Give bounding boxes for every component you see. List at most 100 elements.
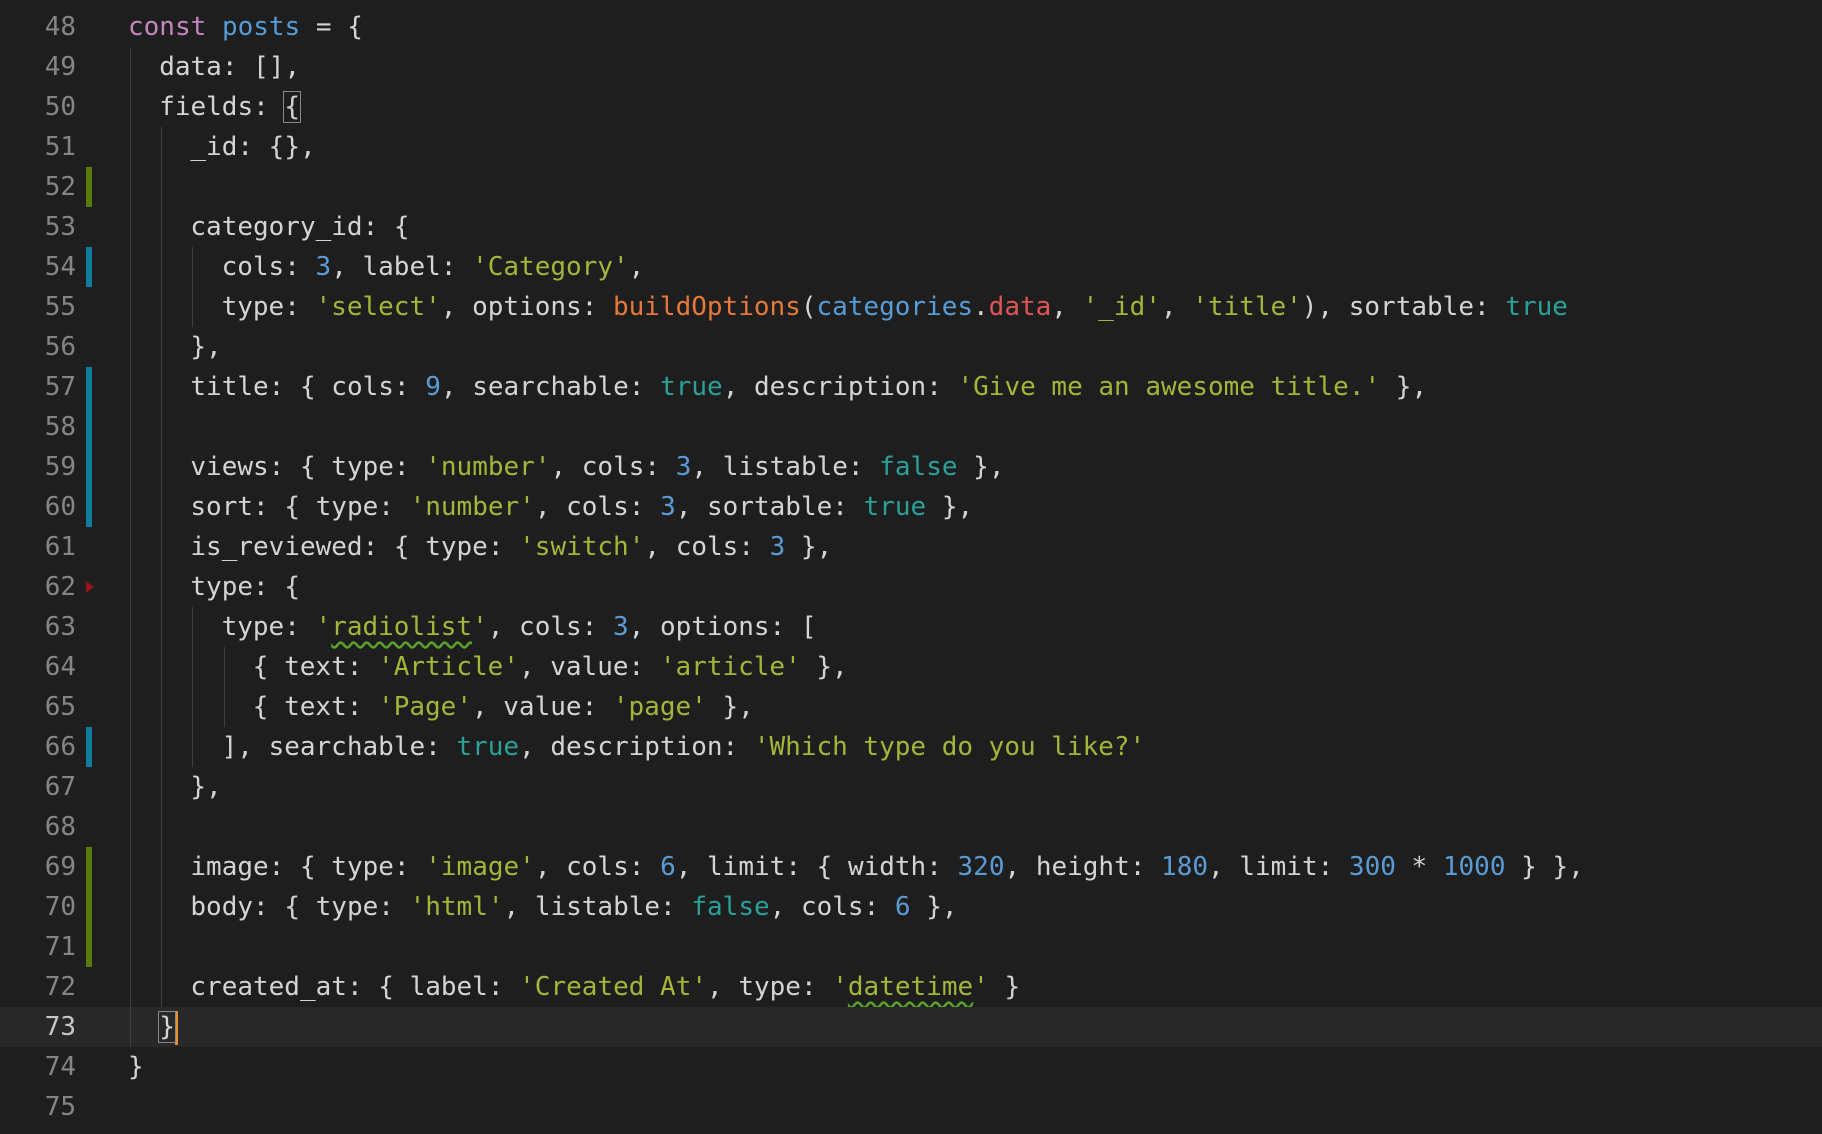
- code-token: : {: [362, 532, 426, 562]
- diff-added-marker[interactable]: [86, 927, 92, 967]
- indent-guide: [161, 607, 163, 647]
- code-line[interactable]: 63 type: 'radiolist', cols: 3, options: [: [0, 607, 1822, 647]
- code-token: limit: [1239, 852, 1318, 882]
- code-token: fields: [159, 92, 254, 122]
- code-token: type: [221, 292, 285, 322]
- code-token: },: [785, 532, 833, 562]
- code-line[interactable]: 50 fields: {: [0, 87, 1822, 127]
- code-token: label: [409, 972, 488, 1002]
- code-line[interactable]: 66], searchable: true, description: 'Whi…: [0, 727, 1822, 767]
- code-line[interactable]: 57 title: { cols: 9, searchable: true, de…: [0, 367, 1822, 407]
- code-token: },: [1380, 372, 1428, 402]
- code-line[interactable]: 68: [0, 807, 1822, 847]
- code-text: title: { cols: 9, searchable: true, desc…: [190, 367, 1427, 407]
- diff-modified-marker[interactable]: [86, 367, 92, 407]
- code-line[interactable]: 55 type: 'select', options: buildOptions(…: [0, 287, 1822, 327]
- code-token: cols: [221, 252, 285, 282]
- code-line[interactable]: 62 type: {: [0, 567, 1822, 607]
- code-token: :: [1317, 852, 1349, 882]
- code-token: ),: [1301, 292, 1349, 322]
- diff-modified-marker[interactable]: [86, 487, 92, 527]
- line-number: 57: [44, 372, 76, 402]
- line-number: 63: [44, 612, 76, 642]
- diff-added-marker[interactable]: [86, 847, 92, 887]
- code-token: : {: [253, 572, 300, 602]
- code-token: },: [910, 892, 958, 922]
- code-token: {: [252, 692, 285, 722]
- code-line[interactable]: 58: [0, 407, 1822, 447]
- code-line[interactable]: 65 { text: 'Page', value: 'page' },: [0, 687, 1822, 727]
- line-number: 72: [44, 972, 76, 1002]
- code-line[interactable]: 71: [0, 927, 1822, 967]
- diff-modified-marker[interactable]: [86, 727, 92, 767]
- code-token: ,: [1160, 292, 1193, 322]
- code-token: 320: [957, 852, 1005, 882]
- code-token: :: [660, 892, 692, 922]
- text-cursor: [174, 1010, 178, 1045]
- code-token: 'Created At': [519, 972, 707, 1002]
- code-line[interactable]: 75: [0, 1087, 1822, 1127]
- code-token: :: [832, 492, 864, 522]
- code-line[interactable]: 72 created_at: { label: 'Created At', typ…: [0, 967, 1822, 1007]
- code-editor[interactable]: 48 const posts = {49 data: [], 50 fields: {5…: [0, 0, 1822, 1134]
- code-token: type: [221, 612, 285, 642]
- code-token: type: [331, 852, 394, 882]
- diff-deleted-marker[interactable]: [86, 581, 94, 593]
- code-text: sort: { type: 'number', cols: 3, sortabl…: [190, 487, 973, 527]
- indent-guide: [192, 607, 194, 647]
- diff-modified-marker[interactable]: [86, 447, 92, 487]
- code-token: :: [581, 692, 613, 722]
- code-token: ': [315, 612, 332, 642]
- diff-modified-marker[interactable]: [86, 247, 92, 287]
- code-line[interactable]: 51 _id: {},: [0, 127, 1822, 167]
- code-token: type: [315, 892, 379, 922]
- diff-modified-marker[interactable]: [86, 407, 92, 447]
- code-token: :: [284, 252, 316, 282]
- code-line[interactable]: 49 data: [],: [0, 47, 1822, 87]
- code-line[interactable]: 59 views: { type: 'number', cols: 3, list…: [0, 447, 1822, 487]
- code-token: ,: [440, 292, 473, 322]
- code-token: ,: [707, 972, 739, 1002]
- code-token: {: [252, 652, 285, 682]
- code-token: =: [315, 12, 332, 42]
- code-line[interactable]: 64 { text: 'Article', value: 'article' },: [0, 647, 1822, 687]
- code-line[interactable]: 60 sort: { type: 'number', cols: 3, sorta…: [0, 487, 1822, 527]
- code-line[interactable]: 67},: [0, 767, 1822, 807]
- code-line[interactable]: 74}: [0, 1047, 1822, 1087]
- code-line[interactable]: 70 body: { type: 'html', listable: false,…: [0, 887, 1822, 927]
- code-line[interactable]: 48 const posts = {: [0, 7, 1822, 47]
- code-line[interactable]: 73}: [0, 1007, 1822, 1047]
- line-number: 52: [44, 172, 76, 202]
- code-line[interactable]: 56},: [0, 327, 1822, 367]
- code-token: :: [847, 452, 880, 482]
- code-text: type: 'select', options: buildOptions(ca…: [222, 287, 1568, 327]
- code-token: options: [472, 292, 582, 322]
- code-token: ,: [519, 732, 551, 762]
- code-token: 300: [1348, 852, 1396, 882]
- code-line[interactable]: 69 image: { type: 'image', cols: 6, limit…: [0, 847, 1822, 887]
- code-text: cols: 3, label: 'Category',: [222, 247, 645, 287]
- indent-guide: [192, 727, 194, 767]
- code-text: { text: 'Article', value: 'article' },: [253, 647, 848, 687]
- diff-added-marker[interactable]: [86, 887, 92, 927]
- code-line[interactable]: 54 cols: 3, label: 'Category',: [0, 247, 1822, 287]
- code-line[interactable]: 52: [0, 167, 1822, 207]
- code-line[interactable]: 53 category_id: {: [0, 207, 1822, 247]
- code-token: type: [425, 532, 488, 562]
- code-token: 'number': [409, 492, 535, 522]
- code-line[interactable]: 61 is_reviewed: { type: 'switch', cols: 3…: [0, 527, 1822, 567]
- code-token: },: [800, 652, 848, 682]
- spelling-warning-token: radiolist: [331, 612, 473, 642]
- code-token: :: [253, 92, 285, 122]
- indent-guide: [192, 687, 194, 727]
- code-token: :: [738, 532, 770, 562]
- code-token: false: [691, 892, 770, 922]
- diff-added-marker[interactable]: [86, 167, 92, 207]
- code-text: fields: {: [159, 87, 302, 127]
- code-token: '_id': [1082, 292, 1161, 322]
- indent-guide: [161, 767, 163, 807]
- code-token: },: [706, 692, 754, 722]
- indent-guide: [161, 647, 163, 687]
- code-token: description: [550, 732, 723, 762]
